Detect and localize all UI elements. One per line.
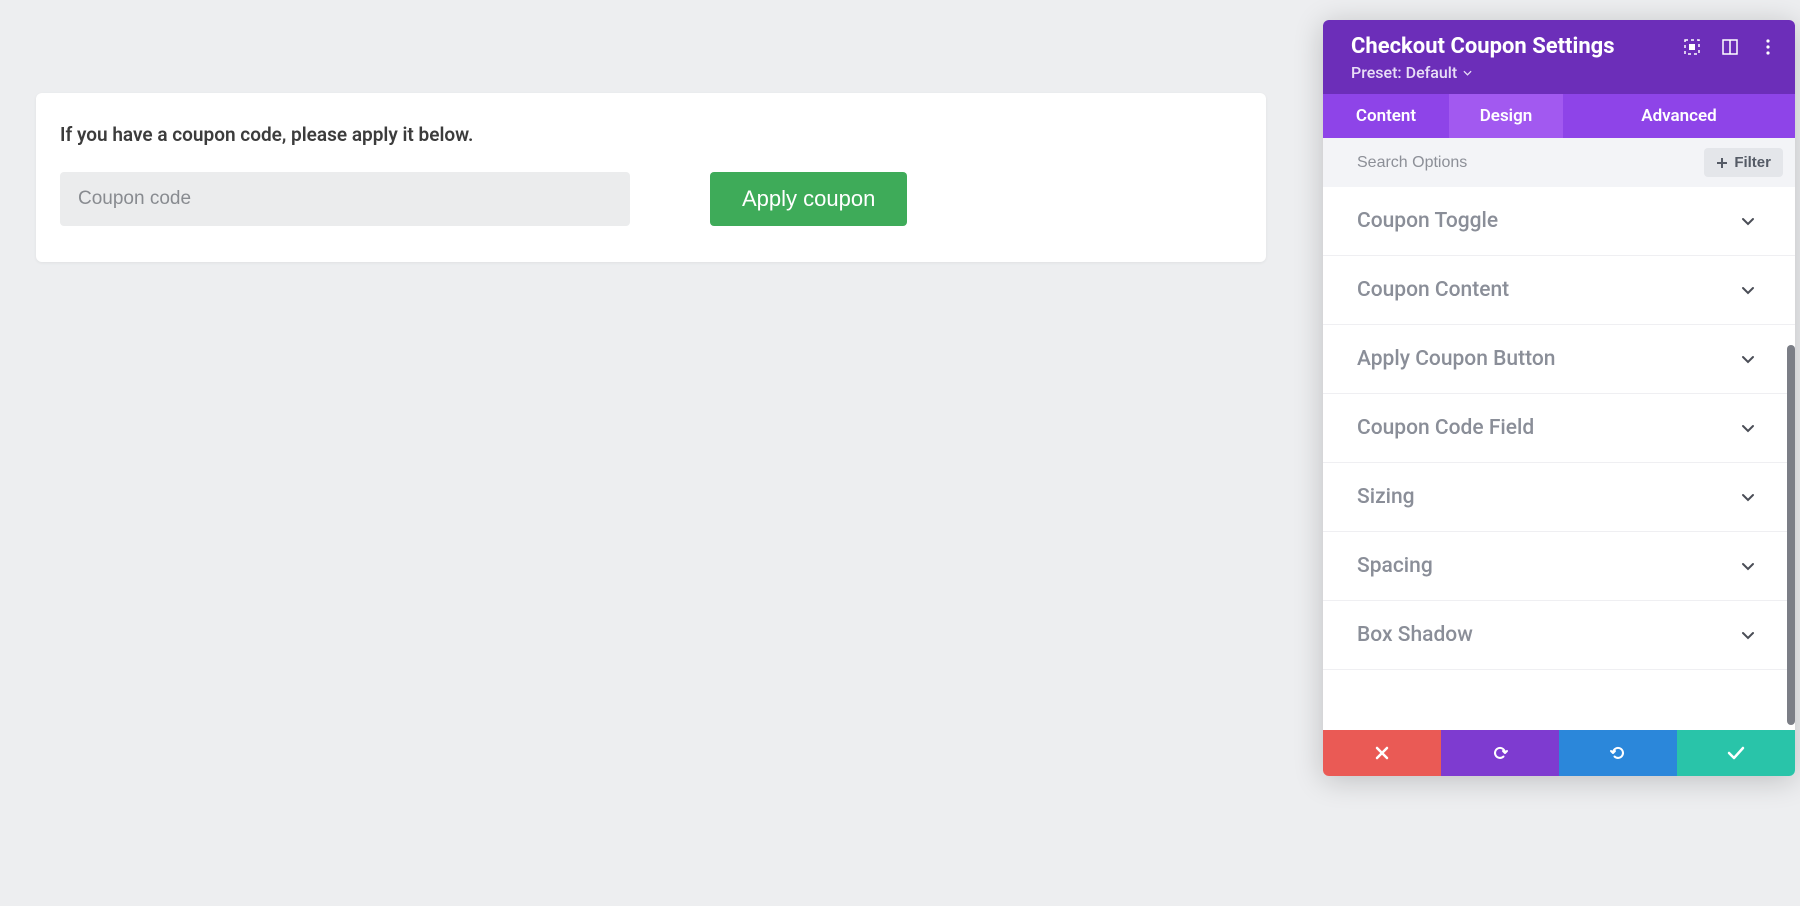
tab-advanced[interactable]: Advanced	[1563, 94, 1795, 138]
chevron-down-icon	[1741, 286, 1755, 295]
chevron-down-icon	[1741, 493, 1755, 502]
coupon-instruction: If you have a coupon code, please apply …	[60, 123, 1242, 146]
section-label: Box Shadow	[1357, 623, 1473, 647]
section-sizing[interactable]: Sizing	[1323, 463, 1795, 532]
layout-icon[interactable]	[1721, 38, 1739, 56]
undo-button[interactable]	[1441, 730, 1559, 776]
expand-icon[interactable]	[1683, 38, 1701, 56]
panel-header-icons	[1683, 38, 1777, 56]
undo-icon	[1491, 744, 1509, 762]
confirm-button[interactable]	[1677, 730, 1795, 776]
section-label: Coupon Code Field	[1357, 416, 1534, 440]
section-coupon-content[interactable]: Coupon Content	[1323, 256, 1795, 325]
chevron-down-icon	[1741, 355, 1755, 364]
section-coupon-toggle[interactable]: Coupon Toggle	[1323, 187, 1795, 256]
panel-tabs: Content Design Advanced	[1323, 94, 1795, 138]
panel-footer	[1323, 730, 1795, 776]
scrollbar[interactable]	[1787, 345, 1795, 725]
coupon-card: If you have a coupon code, please apply …	[36, 93, 1266, 262]
settings-panel: Checkout Coupon Settings Preset: Default…	[1323, 20, 1795, 776]
section-label: Coupon Content	[1357, 278, 1509, 302]
more-icon[interactable]	[1759, 38, 1777, 56]
preset-selector[interactable]: Preset: Default	[1351, 63, 1767, 82]
chevron-down-icon	[1741, 217, 1755, 226]
section-label: Apply Coupon Button	[1357, 347, 1555, 371]
section-label: Spacing	[1357, 554, 1433, 578]
apply-coupon-button[interactable]: Apply coupon	[710, 172, 907, 226]
section-box-shadow[interactable]: Box Shadow	[1323, 601, 1795, 670]
section-apply-coupon-button[interactable]: Apply Coupon Button	[1323, 325, 1795, 394]
coupon-row: Apply coupon	[60, 172, 1242, 226]
close-icon	[1374, 745, 1390, 761]
plus-icon	[1716, 157, 1728, 169]
panel-search-row: Filter	[1323, 138, 1795, 187]
chevron-down-icon	[1741, 631, 1755, 640]
coupon-code-input[interactable]	[60, 172, 630, 226]
chevron-down-icon	[1741, 562, 1755, 571]
section-label: Coupon Toggle	[1357, 209, 1498, 233]
tab-design[interactable]: Design	[1449, 94, 1563, 138]
settings-accordion: Coupon Toggle Coupon Content Apply Coupo…	[1323, 187, 1795, 730]
filter-label: Filter	[1734, 154, 1771, 171]
filter-button[interactable]: Filter	[1704, 148, 1783, 177]
section-coupon-code-field[interactable]: Coupon Code Field	[1323, 394, 1795, 463]
chevron-down-icon	[1463, 70, 1472, 76]
check-icon	[1727, 746, 1745, 760]
redo-button[interactable]	[1559, 730, 1677, 776]
search-options-input[interactable]	[1357, 154, 1692, 172]
cancel-button[interactable]	[1323, 730, 1441, 776]
preset-label: Preset: Default	[1351, 63, 1457, 82]
section-spacing[interactable]: Spacing	[1323, 532, 1795, 601]
redo-icon	[1609, 744, 1627, 762]
section-label: Sizing	[1357, 485, 1415, 509]
tab-content[interactable]: Content	[1323, 94, 1449, 138]
panel-header: Checkout Coupon Settings Preset: Default	[1323, 20, 1795, 94]
chevron-down-icon	[1741, 424, 1755, 433]
